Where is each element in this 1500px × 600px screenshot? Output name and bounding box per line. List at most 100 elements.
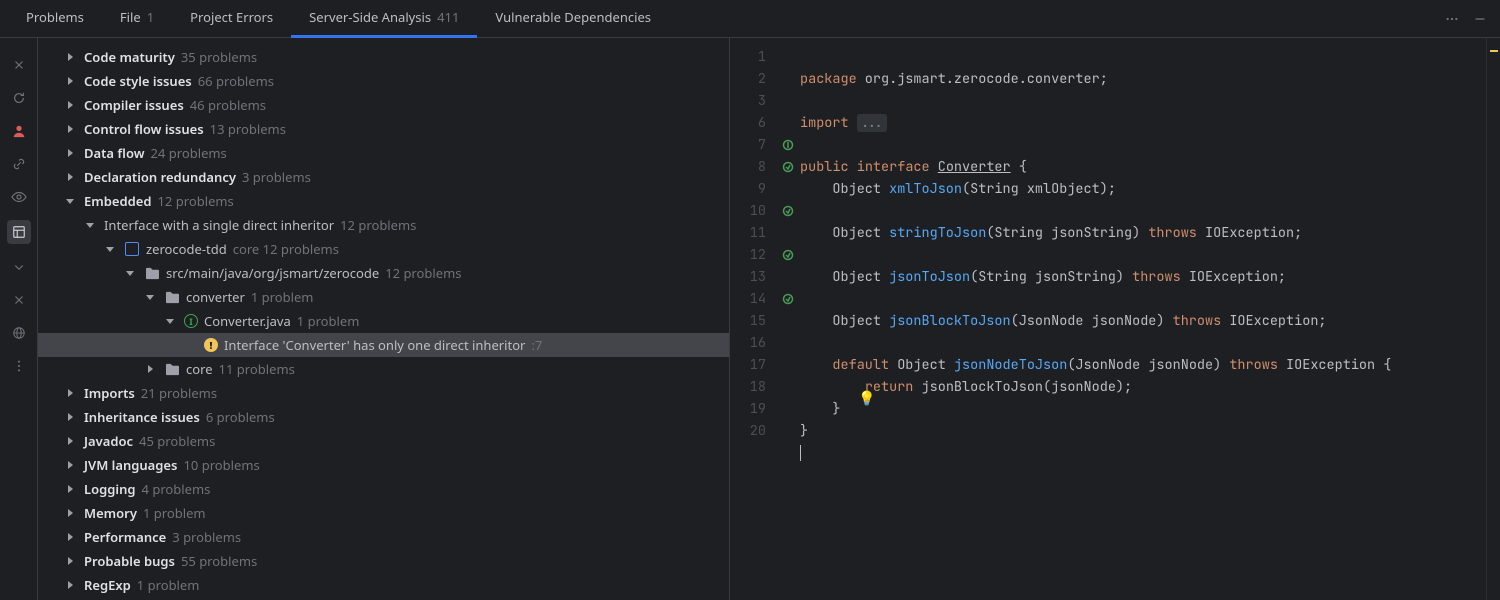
tab-server-side-analysis[interactable]: Server-Side Analysis411 (291, 0, 477, 38)
chevron-icon[interactable] (62, 556, 78, 566)
tree-row[interactable]: Javadoc 45 problems (38, 429, 729, 453)
tab-more-icon[interactable] (1440, 7, 1464, 31)
tree-row[interactable]: Declaration redundancy 3 problems (38, 165, 729, 189)
tree-label: Code maturity (84, 48, 175, 66)
gutter-marker[interactable] (778, 244, 798, 266)
tab-file[interactable]: File1 (102, 0, 172, 38)
chevron-icon[interactable] (62, 388, 78, 398)
tree-row[interactable]: Embedded 12 problems (38, 189, 729, 213)
preview-icon[interactable] (7, 220, 31, 244)
tree-row[interactable]: IConverter.java 1 problem (38, 309, 729, 333)
chevron-icon[interactable] (142, 364, 158, 374)
expand-icon[interactable] (9, 257, 29, 277)
chevron-icon[interactable] (62, 172, 78, 182)
chevron-icon[interactable] (62, 148, 78, 158)
module-icon (124, 241, 140, 257)
tab-project-errors[interactable]: Project Errors (172, 0, 291, 38)
line-number: 11 (730, 222, 766, 244)
tree-row[interactable]: Performance 3 problems (38, 525, 729, 549)
problems-tree[interactable]: Code maturity 35 problemsCode style issu… (38, 38, 730, 600)
tree-row[interactable]: Control flow issues 13 problems (38, 117, 729, 141)
code-token (849, 114, 857, 132)
tree-label: zerocode-tdd (146, 240, 227, 258)
marker-gutter (778, 38, 798, 600)
tree-label: Javadoc (84, 432, 133, 450)
chevron-icon[interactable] (82, 220, 98, 230)
tab-count: 411 (437, 8, 459, 26)
gutter-marker[interactable] (778, 266, 798, 288)
tree-row[interactable]: Probable bugs 55 problems (38, 549, 729, 573)
gutter-marker[interactable] (778, 288, 798, 310)
tree-row[interactable]: Interface with a single direct inheritor… (38, 213, 729, 237)
tree-row[interactable]: Imports 21 problems (38, 381, 729, 405)
tree-row[interactable]: zerocode-tdd core 12 problems (38, 237, 729, 261)
collapse-icon[interactable] (9, 290, 29, 310)
chevron-icon[interactable] (62, 100, 78, 110)
tree-row[interactable]: !Interface 'Converter' has only one dire… (38, 333, 729, 357)
gutter-marker[interactable] (778, 222, 798, 244)
tree-row[interactable]: src/main/java/org/jsmart/zerocode 12 pro… (38, 261, 729, 285)
tree-row[interactable]: Code maturity 35 problems (38, 45, 729, 69)
web-icon[interactable] (9, 323, 29, 343)
eye-icon[interactable] (9, 187, 29, 207)
chevron-icon[interactable] (62, 532, 78, 542)
gutter-marker[interactable] (778, 112, 798, 134)
tree-row[interactable]: Data flow 24 problems (38, 141, 729, 165)
tree-row[interactable]: Logging 4 problems (38, 477, 729, 501)
chevron-icon[interactable] (62, 52, 78, 62)
chevron-icon[interactable] (62, 508, 78, 518)
gutter-marker[interactable] (778, 332, 798, 354)
tree-sublabel: 1 problem (297, 312, 360, 330)
chevron-icon[interactable] (62, 412, 78, 422)
tree-row[interactable]: Inheritance issues 6 problems (38, 405, 729, 429)
editor-scrollbar[interactable] (1486, 38, 1500, 600)
gutter-marker[interactable] (778, 46, 798, 68)
tree-row[interactable]: Code style issues 66 problems (38, 69, 729, 93)
user-icon[interactable] (9, 121, 29, 141)
gutter-marker[interactable] (778, 420, 798, 442)
chevron-icon[interactable] (62, 580, 78, 590)
gutter-marker[interactable] (778, 310, 798, 332)
tree-row[interactable]: JVM languages 10 problems (38, 453, 729, 477)
tab-problems[interactable]: Problems (8, 0, 102, 38)
tree-label: Performance (84, 528, 166, 546)
code-area[interactable]: package org.jsmart.zerocode.converter; i… (798, 38, 1486, 600)
gutter-marker[interactable] (778, 90, 798, 112)
chevron-icon[interactable] (62, 460, 78, 470)
tree-row[interactable]: Compiler issues 46 problems (38, 93, 729, 117)
line-number: 10 (730, 200, 766, 222)
refresh-icon[interactable] (9, 88, 29, 108)
chevron-icon[interactable] (62, 124, 78, 134)
gutter-marker[interactable] (778, 68, 798, 90)
chevron-icon[interactable] (142, 292, 158, 302)
gutter-marker[interactable] (778, 178, 798, 200)
chevron-icon[interactable] (62, 76, 78, 86)
close-icon[interactable] (9, 55, 29, 75)
gutter-marker[interactable] (778, 156, 798, 178)
tree-row[interactable]: core 11 problems (38, 357, 729, 381)
minimize-icon[interactable] (1468, 7, 1492, 31)
folder-icon (144, 265, 160, 281)
link-icon[interactable] (9, 154, 29, 174)
code-editor[interactable]: 12367891011121314151617181920 package or… (730, 38, 1500, 600)
code-token: (JsonNode jsonNode) (1011, 312, 1173, 330)
chevron-icon[interactable] (62, 484, 78, 494)
gutter-marker[interactable] (778, 200, 798, 222)
tree-row[interactable]: Memory 1 problem (38, 501, 729, 525)
gutter-marker[interactable] (778, 134, 798, 156)
folded-region[interactable]: ... (857, 114, 887, 132)
tab-vulnerable-dependencies[interactable]: Vulnerable Dependencies (477, 0, 669, 38)
chevron-icon[interactable] (62, 196, 78, 206)
more-icon[interactable] (9, 356, 29, 376)
chevron-icon[interactable] (122, 268, 138, 278)
line-number: 12 (730, 244, 766, 266)
chevron-icon[interactable] (62, 436, 78, 446)
chevron-icon[interactable] (102, 244, 118, 254)
intention-bulb-icon[interactable]: 💡 (858, 388, 875, 410)
gutter-marker[interactable] (778, 354, 798, 376)
gutter-marker[interactable] (778, 398, 798, 420)
chevron-icon[interactable] (162, 316, 178, 326)
gutter-marker[interactable] (778, 376, 798, 398)
tree-row[interactable]: converter 1 problem (38, 285, 729, 309)
tree-row[interactable]: RegExp 1 problem (38, 573, 729, 597)
